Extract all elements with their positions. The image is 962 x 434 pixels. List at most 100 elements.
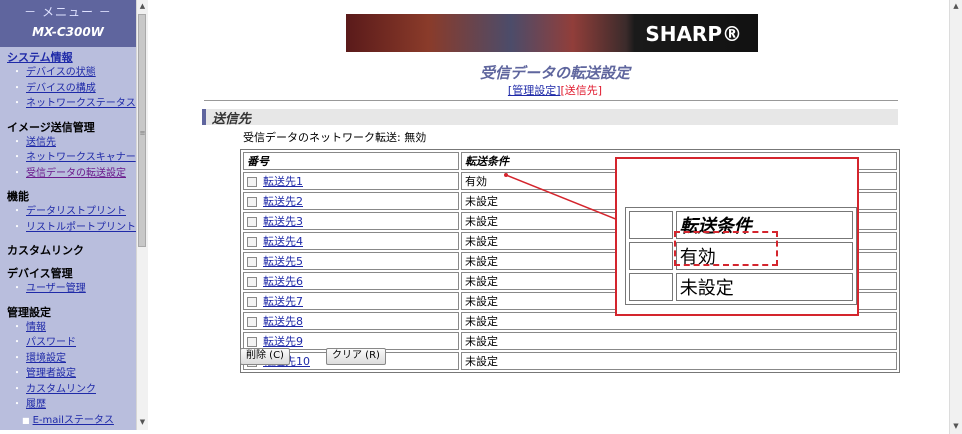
menu-header: － メニュー － MX-C300W	[0, 0, 136, 47]
sidebar-item-link[interactable]: ユーザー管理	[26, 283, 86, 294]
sidebar-section-title: 管理設定	[7, 305, 51, 319]
sidebar-item-link[interactable]: 送信先	[26, 137, 56, 148]
row-checkbox[interactable]	[247, 317, 257, 327]
destination-cell: 転送先6	[243, 272, 459, 290]
destination-link[interactable]: [送信先]	[561, 84, 603, 97]
sidebar-section-title: デバイス管理	[7, 267, 73, 280]
bullet-icon: ・	[12, 167, 22, 179]
scroll-down-icon[interactable]: ▼	[952, 422, 960, 430]
main-scrollbar[interactable]: ▲ ▼	[949, 0, 962, 434]
destination-cell: 転送先3	[243, 212, 459, 230]
sidebar-item[interactable]: ・デバイスの構成	[12, 81, 136, 97]
scroll-up-icon[interactable]: ▲	[138, 2, 147, 11]
bullet-icon: ・	[12, 98, 22, 109]
sidebar-item-link[interactable]: 履歴	[26, 399, 46, 410]
sidebar-item-link[interactable]: リストルポートプリント	[26, 222, 136, 233]
section-title: 送信先	[212, 112, 252, 127]
bullet-icon: ・	[12, 399, 22, 410]
sidebar-section-title: イメージ送信管理	[7, 120, 95, 134]
sidebar-item[interactable]: ・受信データの転送設定	[12, 166, 136, 182]
row-checkbox[interactable]	[247, 297, 257, 307]
sidebar-item[interactable]: ・履歴	[12, 397, 136, 413]
zoom-cell	[629, 211, 673, 239]
sidebar-item[interactable]: ・情報	[12, 320, 136, 336]
section-header: 送信先	[202, 109, 898, 127]
destination-cell: 転送先7	[243, 292, 459, 310]
destination-link[interactable]: 転送先1	[263, 175, 303, 188]
sidebar-item[interactable]: ・環境設定	[12, 351, 136, 367]
sidebar-item-link[interactable]: ネットワークスキャナー	[26, 152, 136, 163]
row-checkbox[interactable]	[247, 337, 257, 347]
admin-settings-link[interactable]: [管理設定]	[508, 84, 561, 97]
bullet-icon: ・	[12, 152, 22, 163]
bullet-icon: ■	[22, 415, 30, 425]
page-title: 受信データの転送設定	[479, 64, 630, 82]
sidebar-subitem-link[interactable]: E-mailステータス	[33, 415, 114, 426]
sidebar-item[interactable]: ・カスタムリンク	[12, 382, 136, 398]
bullet-icon: ・	[12, 206, 22, 217]
row-checkbox[interactable]	[247, 237, 257, 247]
sidebar-item[interactable]: ・ネットワークスキャナー	[12, 150, 136, 166]
bullet-icon: ・	[12, 352, 22, 364]
destination-link[interactable]: 転送先4	[263, 235, 303, 248]
model-name: MX-C300W	[32, 25, 104, 39]
menu-title: － メニュー －	[24, 5, 112, 19]
row-checkbox[interactable]	[247, 197, 257, 207]
bullet-icon: ・	[12, 67, 22, 78]
sidebar-item[interactable]: ・ネットワークステータス	[12, 96, 136, 112]
sidebar-item-link[interactable]: 環境設定	[26, 353, 66, 364]
destination-link[interactable]: 転送先6	[263, 275, 303, 288]
bullet-icon: ・	[12, 283, 22, 294]
clear-button[interactable]: クリア (R)	[326, 348, 386, 365]
sharp-logo: SHARP®	[645, 22, 742, 46]
sidebar-item-link[interactable]: ネットワークステータス	[26, 98, 136, 109]
destination-link[interactable]: 転送先7	[263, 295, 303, 308]
sidebar-subitem[interactable]: ■E-mailアラート	[22, 428, 136, 430]
sharp-banner: SHARP®	[346, 14, 758, 52]
bullet-icon: ・	[12, 368, 22, 379]
sidebar-item-link[interactable]: パスワード	[26, 337, 76, 348]
scroll-up-icon[interactable]: ▲	[952, 2, 960, 10]
sidebar-item[interactable]: ・ユーザー管理	[12, 281, 136, 297]
bullet-icon: ・	[12, 321, 22, 333]
sidebar-item-link[interactable]: デバイスの状態	[26, 67, 96, 78]
zoom-cell	[629, 242, 673, 270]
col-number-header: 番号	[243, 152, 459, 170]
sidebar-item-link[interactable]: デバイスの構成	[26, 83, 96, 94]
sidebar-item[interactable]: ・リストルポートプリント	[12, 220, 136, 236]
condition-cell: 未設定	[461, 332, 897, 350]
destination-link[interactable]: 転送先5	[263, 255, 303, 268]
sidebar-item-link[interactable]: カスタムリンク	[26, 384, 96, 395]
sidebar-subitem[interactable]: ■ E-mailステータス	[22, 413, 136, 429]
delete-button[interactable]: 削除 (C)	[240, 348, 290, 365]
sidebar-item-link[interactable]: 管理者設定	[26, 368, 76, 379]
row-checkbox[interactable]	[247, 217, 257, 227]
destination-link[interactable]: 転送先8	[263, 315, 303, 328]
destination-cell: 転送先1	[243, 172, 459, 190]
divider	[204, 100, 898, 101]
sidebar-item[interactable]: ・デバイスの状態	[12, 65, 136, 81]
destination-link[interactable]: 転送先3	[263, 215, 303, 228]
condition-cell: 未設定	[461, 352, 897, 370]
destination-link[interactable]: 転送先2	[263, 195, 303, 208]
sidebar-item-link[interactable]: データリストプリント	[26, 206, 126, 217]
sidebar-menu: － メニュー － MX-C300W システム情報・デバイスの状態・デバイスの構成…	[0, 0, 136, 430]
sidebar-scrollbar[interactable]: ▲ ≡ ▼	[136, 0, 148, 430]
sidebar-item[interactable]: ・管理者設定	[12, 366, 136, 382]
row-checkbox[interactable]	[247, 277, 257, 287]
sidebar-item[interactable]: ・送信先	[12, 135, 136, 151]
destination-link[interactable]: 転送先9	[263, 335, 303, 348]
row-checkbox[interactable]	[247, 257, 257, 267]
sidebar-item[interactable]: ・データリストプリント	[12, 204, 136, 220]
sidebar-section-title: 機能	[7, 190, 29, 203]
scroll-down-icon[interactable]: ▼	[138, 418, 147, 427]
main-frame: SHARP® 受信データの転送設定 [管理設定][送信先] 送信先 受信データの…	[148, 0, 962, 434]
sidebar-item-link[interactable]: 情報	[26, 322, 46, 333]
sidebar-item[interactable]: ・パスワード	[12, 335, 136, 351]
sidebar-section-title: カスタムリンク	[7, 244, 84, 257]
sidebar-section-title[interactable]: システム情報	[7, 50, 136, 65]
row-checkbox[interactable]	[247, 177, 257, 187]
zoom-callout: 転送条件 有効 未設定	[615, 157, 859, 316]
sidebar-item-link[interactable]: 受信データの転送設定	[26, 168, 126, 179]
breadcrumb: [管理設定][送信先]	[148, 82, 962, 98]
